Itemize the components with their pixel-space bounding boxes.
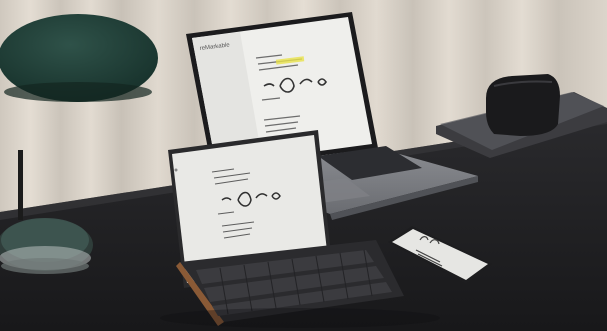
scene-illustration: reMarkable	[0, 0, 607, 331]
photo-scene: reMarkable	[0, 0, 607, 331]
lamp-stem	[18, 150, 23, 220]
stone-block	[486, 74, 560, 136]
